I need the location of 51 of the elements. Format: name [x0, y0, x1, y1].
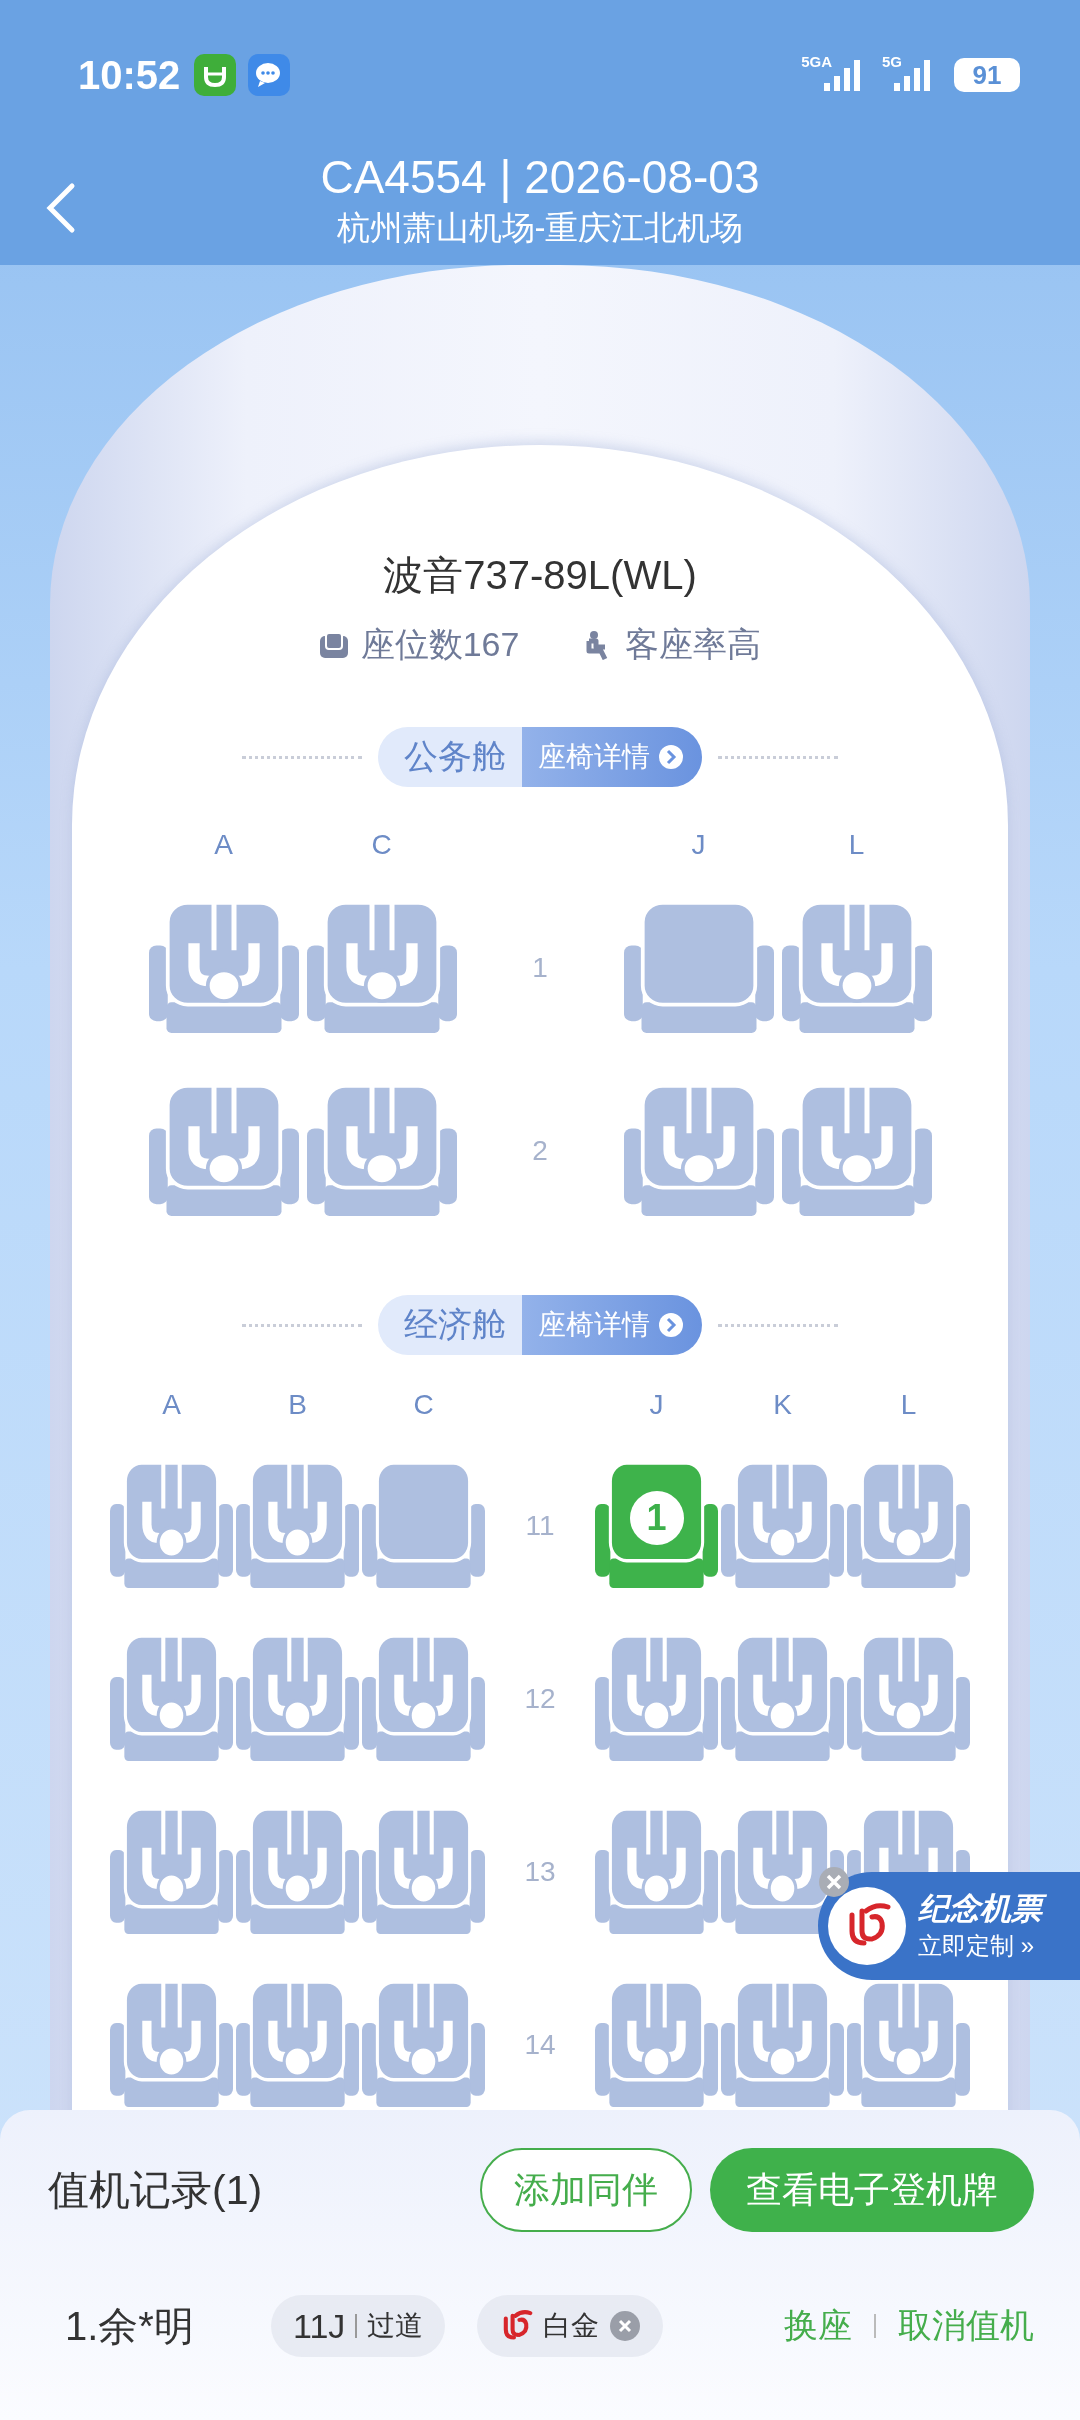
seat-column-letter: L — [899, 1388, 918, 1422]
seat-column-letter: A — [213, 828, 234, 862]
chat-notification-icon — [248, 54, 291, 96]
promo-title: 纪念机票 — [918, 1889, 1050, 1929]
cabin-class-label: 公务舱 — [378, 727, 522, 787]
promo-toast[interactable]: 纪念机票 立即定制 » — [818, 1872, 1080, 1980]
close-icon[interactable] — [818, 1866, 850, 1898]
row-number: 1 — [532, 952, 548, 983]
network-type: 5G — [882, 53, 902, 70]
load-factor: 客座率高 — [625, 624, 762, 665]
occupied-seat[interactable] — [721, 1809, 844, 1934]
checkin-record-title: 值机记录(1) — [48, 2165, 264, 2215]
seat-details-button[interactable]: 座椅详情 — [522, 727, 702, 787]
seat-column-letter: L — [847, 828, 866, 862]
seat-count: 座位数167 — [360, 624, 520, 665]
membership-tier-label: 白金 — [543, 2309, 600, 2343]
remove-icon[interactable] — [609, 2310, 642, 2342]
seat-column-letter: A — [161, 1388, 182, 1422]
clock-time: 10:52 — [78, 52, 181, 98]
cabin-class-label: 经济舱 — [378, 1295, 522, 1355]
action-link[interactable]: 换座 — [784, 2303, 852, 2349]
chevron-icon — [658, 1312, 684, 1338]
seat-details-button[interactable]: 座椅详情 — [522, 1295, 702, 1355]
phoenix-logo-icon — [828, 1887, 906, 1965]
seat-column-letter: K — [772, 1388, 793, 1422]
seat-column-letter: C — [412, 1388, 435, 1422]
promo-action: 立即定制 » — [918, 1931, 1035, 1961]
chevron-icon — [658, 744, 684, 770]
flight-title: CA4554 | 2026-08-03 — [320, 149, 760, 205]
seat-position: 过道 — [367, 2309, 424, 2343]
row-number: 14 — [524, 2028, 556, 2060]
boarding-pass-button[interactable]: 查看电子登机牌 — [710, 2148, 1034, 2232]
aircraft-model: 波音737-89L(WL) — [383, 552, 697, 599]
row-number: 2 — [532, 1135, 548, 1166]
row-number: 12 — [524, 1682, 556, 1714]
seat-column-letter: J — [690, 828, 707, 862]
row-number: 11 — [525, 1509, 555, 1541]
seat-code: 11J — [293, 2306, 346, 2346]
add-companion-button[interactable]: 添加同伴 — [480, 2148, 692, 2232]
battery-percentage: 91 — [972, 59, 1002, 91]
seat-column-letter: B — [287, 1388, 308, 1422]
passenger-name: 1.余*明 — [64, 2302, 195, 2350]
seat-column-letter: C — [370, 828, 393, 862]
available-seat[interactable] — [623, 903, 774, 1033]
row-number: 13 — [524, 1855, 556, 1887]
seat-column-letter: J — [648, 1388, 665, 1422]
route-text: 杭州萧山机场-重庆江北机场 — [336, 207, 744, 248]
available-seat[interactable] — [362, 1463, 485, 1588]
action-link[interactable]: 取消值机 — [898, 2303, 1034, 2349]
app-notification-icon — [194, 54, 237, 96]
network-type: 5GA — [801, 53, 832, 70]
